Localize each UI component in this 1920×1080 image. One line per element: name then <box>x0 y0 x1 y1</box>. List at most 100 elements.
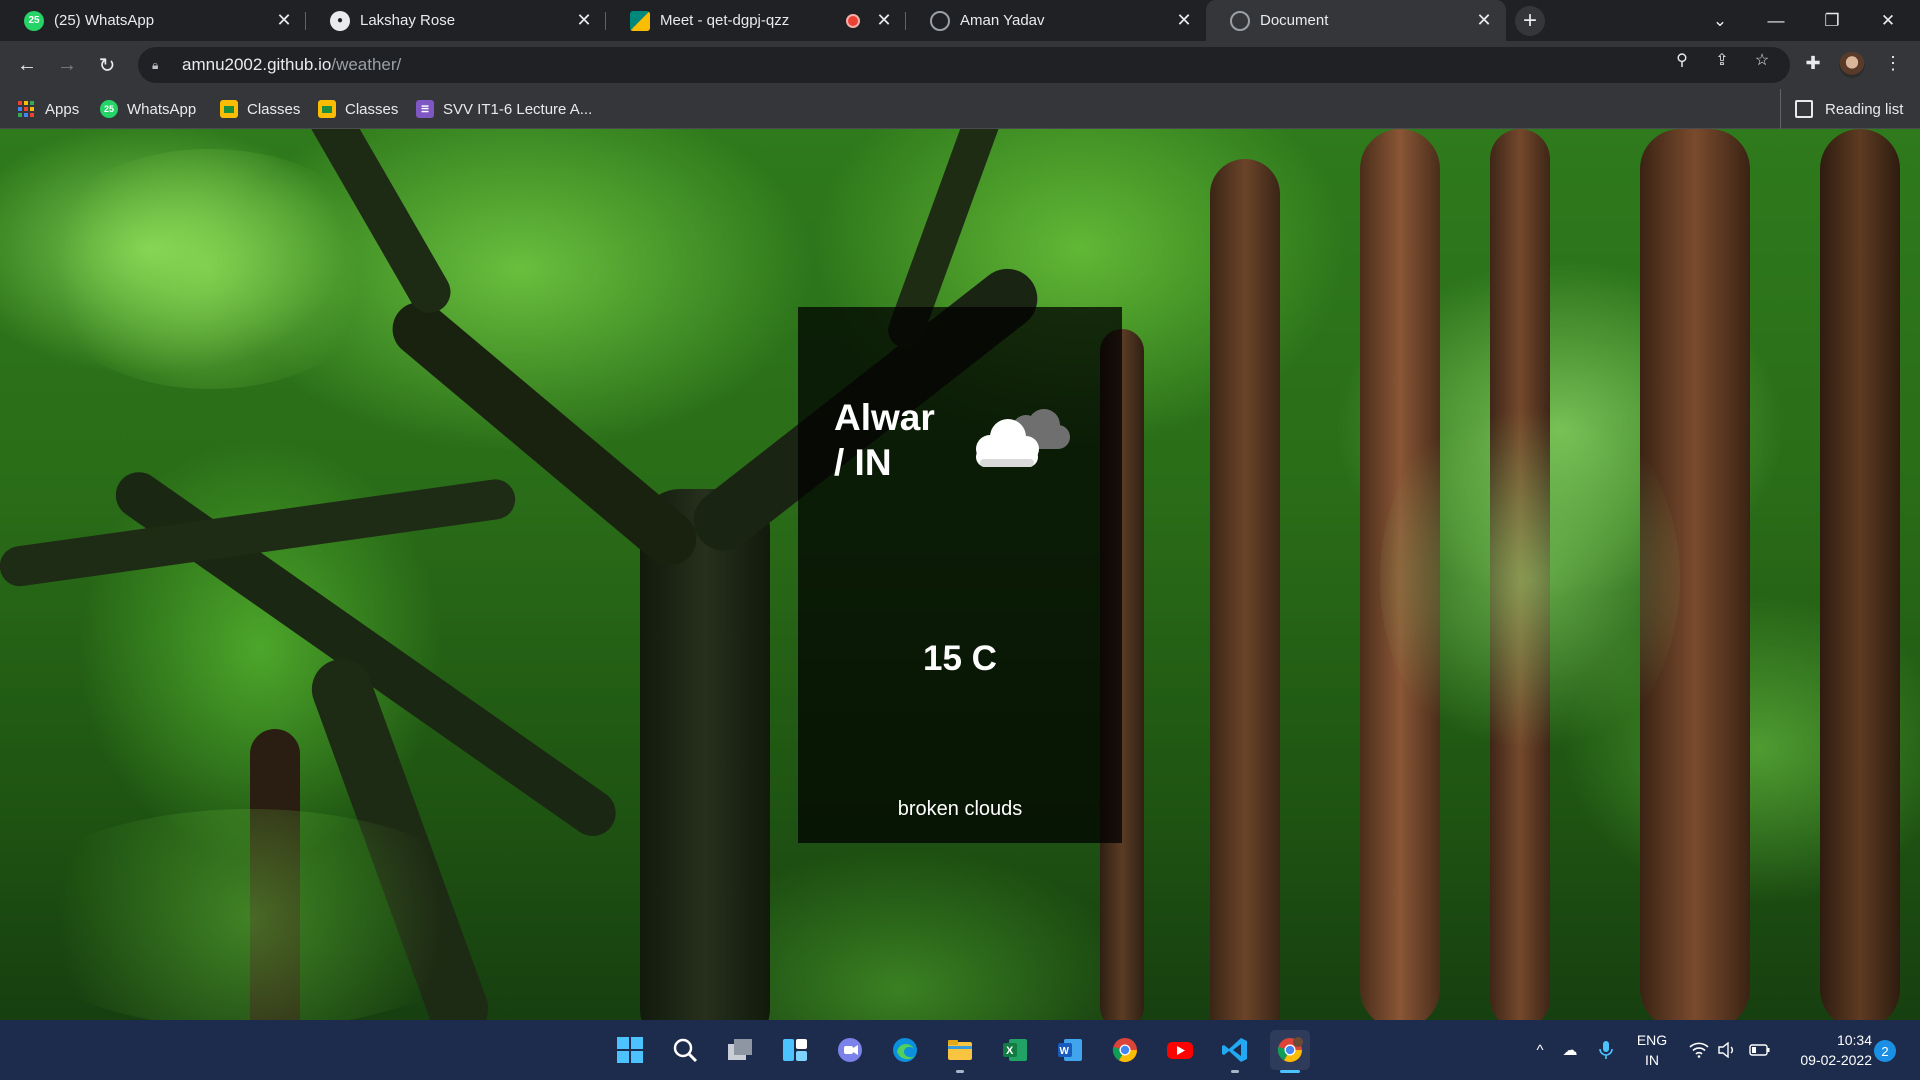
classroom-icon <box>220 100 238 118</box>
globe-icon <box>1230 10 1250 31</box>
share-icon[interactable]: ⇪ <box>1711 49 1733 71</box>
reading-list-icon <box>1795 100 1813 118</box>
bookmark-apps[interactable]: Apps <box>18 89 79 129</box>
tab-meet[interactable]: Meet - qet-dgpj-qzz ✕ <box>606 0 906 41</box>
microphone-icon[interactable] <box>1592 1020 1620 1080</box>
restore-icon[interactable]: ❐ <box>1804 0 1860 41</box>
tab-document[interactable]: Document ✕ <box>1206 0 1506 41</box>
active-app-indicator <box>1280 1070 1300 1073</box>
reload-icon[interactable]: ↻ <box>91 49 123 81</box>
show-hidden-icons-icon[interactable]: ^ <box>1527 1020 1553 1080</box>
minimize-icon[interactable]: — <box>1748 0 1804 41</box>
wifi-icon[interactable] <box>1686 1020 1712 1080</box>
bookmark-label: Classes <box>247 100 301 118</box>
teams-chat-icon[interactable] <box>830 1030 870 1070</box>
weather-description: broken clouds <box>897 798 1023 820</box>
running-indicator <box>956 1070 964 1073</box>
location-pin-icon[interactable]: ⚲ <box>1671 49 1693 71</box>
recording-indicator-icon <box>846 13 860 28</box>
file-explorer-icon[interactable] <box>940 1030 980 1073</box>
close-tab-icon[interactable]: ✕ <box>1174 10 1194 31</box>
bookmark-label: Apps <box>45 100 80 118</box>
bookmark-classes-2[interactable]: Classes <box>318 89 398 129</box>
menu-dots-icon[interactable]: ⋮ <box>1879 49 1907 77</box>
back-arrow-icon[interactable]: ← <box>11 49 43 81</box>
tab-title: Meet - qet-dgpj-qzz <box>660 12 790 29</box>
tab-whatsapp[interactable]: 25 (25) WhatsApp ✕ <box>0 0 306 41</box>
tab-title: (25) WhatsApp <box>54 12 155 29</box>
meet-icon <box>630 10 650 31</box>
bookmark-label: SVV IT1-6 Lecture A... <box>443 100 593 118</box>
tab-title: Document <box>1260 12 1329 29</box>
profile-avatar[interactable] <box>1839 52 1865 78</box>
globe-icon <box>930 10 950 31</box>
clock-time: 10:34 <box>1836 1032 1872 1048</box>
language-indicator[interactable]: ENG IN <box>1630 1030 1674 1070</box>
page-viewport: Alwar / IN 15 C broken clouds <box>0 129 1920 1020</box>
volume-icon[interactable] <box>1714 1020 1740 1080</box>
tab-strip: 25 (25) WhatsApp ✕ ● Lakshay Rose ✕ Meet… <box>0 0 1920 41</box>
youtube-icon[interactable] <box>1160 1030 1200 1070</box>
tab-aman-yadav[interactable]: Aman Yadav ✕ <box>906 0 1206 41</box>
battery-icon[interactable] <box>1746 1020 1774 1080</box>
bookmark-classes-1[interactable]: Classes <box>220 89 300 129</box>
bookmark-star-icon[interactable]: ☆ <box>1751 49 1773 71</box>
clock-date: 09-02-2022 <box>1800 1052 1872 1068</box>
url-text[interactable]: amnu2002.github.io/weather/ <box>182 55 401 75</box>
reading-list-button[interactable]: Reading list <box>1780 89 1903 129</box>
close-tab-icon[interactable]: ✕ <box>274 10 294 31</box>
onedrive-cloud-icon[interactable]: ☁ <box>1556 1020 1584 1080</box>
tab-lakshay-rose[interactable]: ● Lakshay Rose ✕ <box>306 0 606 41</box>
task-view-icon[interactable] <box>720 1030 760 1070</box>
close-tab-icon[interactable]: ✕ <box>1474 10 1494 31</box>
bookmark-label: Classes <box>345 100 399 118</box>
word-icon[interactable]: W <box>1050 1030 1090 1070</box>
excel-icon[interactable]: X <box>995 1030 1035 1070</box>
widgets-icon[interactable] <box>775 1030 815 1070</box>
edge-icon[interactable] <box>885 1030 925 1070</box>
extensions-puzzle-icon[interactable]: ✚ <box>1799 49 1827 77</box>
tab-search-icon[interactable]: ⌄ <box>1692 0 1748 41</box>
new-tab-button[interactable]: + <box>1515 6 1545 36</box>
bookmarks-bar: Apps 25 WhatsApp Classes Classes ☰ SVV I… <box>0 89 1920 129</box>
github-icon: ● <box>330 10 350 31</box>
classroom-icon <box>318 100 336 118</box>
windows-start-icon[interactable] <box>610 1030 650 1070</box>
running-indicator <box>1231 1070 1239 1073</box>
weather-card: Alwar / IN 15 C broken clouds <box>798 307 1122 843</box>
svg-text:X: X <box>1006 1045 1014 1057</box>
chrome-icon[interactable] <box>1105 1030 1145 1070</box>
svg-text:W: W <box>1060 1046 1070 1057</box>
url-path: /weather/ <box>331 55 402 74</box>
reading-list-label: Reading list <box>1825 100 1904 118</box>
list-icon: ☰ <box>416 100 434 118</box>
browser-toolbar: ← → ↻ 🔒︎ amnu2002.github.io/weather/ ⚲ ⇪… <box>0 41 1920 89</box>
tab-title: Aman Yadav <box>960 12 1045 29</box>
apps-grid-icon <box>18 100 36 118</box>
bookmark-svv-lecture[interactable]: ☰ SVV IT1-6 Lecture A... <box>416 89 592 129</box>
region-code: IN <box>1645 1052 1659 1068</box>
vscode-icon[interactable] <box>1215 1030 1255 1073</box>
bookmark-whatsapp[interactable]: 25 WhatsApp <box>100 89 196 129</box>
close-tab-icon[interactable]: ✕ <box>574 10 594 31</box>
close-tab-icon[interactable]: ✕ <box>874 10 894 31</box>
taskbar: X W ^ ☁ ENG IN 10:34 09-02-2022 2 <box>0 1020 1920 1080</box>
close-window-icon[interactable]: ✕ <box>1860 0 1916 41</box>
whatsapp-icon: 25 <box>100 100 118 118</box>
chrome-profile-icon[interactable] <box>1270 1030 1310 1073</box>
bookmark-label: WhatsApp <box>127 100 197 118</box>
broken-clouds-icon <box>976 409 1070 467</box>
lock-icon[interactable]: 🔒︎ <box>152 58 166 72</box>
country-code: / IN <box>834 442 892 483</box>
address-bar[interactable]: 🔒︎ amnu2002.github.io/weather/ <box>138 47 1790 83</box>
url-host: amnu2002.github.io <box>182 55 332 74</box>
system-clock[interactable]: 10:34 09-02-2022 <box>1780 1030 1872 1070</box>
notification-badge[interactable]: 2 <box>1874 1040 1896 1062</box>
city-name: Alwar <box>834 397 935 438</box>
temperature: 15 C <box>923 639 997 678</box>
location-heading: Alwar / IN <box>834 395 984 485</box>
forward-arrow-icon[interactable]: → <box>51 49 83 81</box>
language-code: ENG <box>1636 1032 1668 1048</box>
search-icon[interactable] <box>665 1030 705 1070</box>
tab-title: Lakshay Rose <box>360 12 456 29</box>
